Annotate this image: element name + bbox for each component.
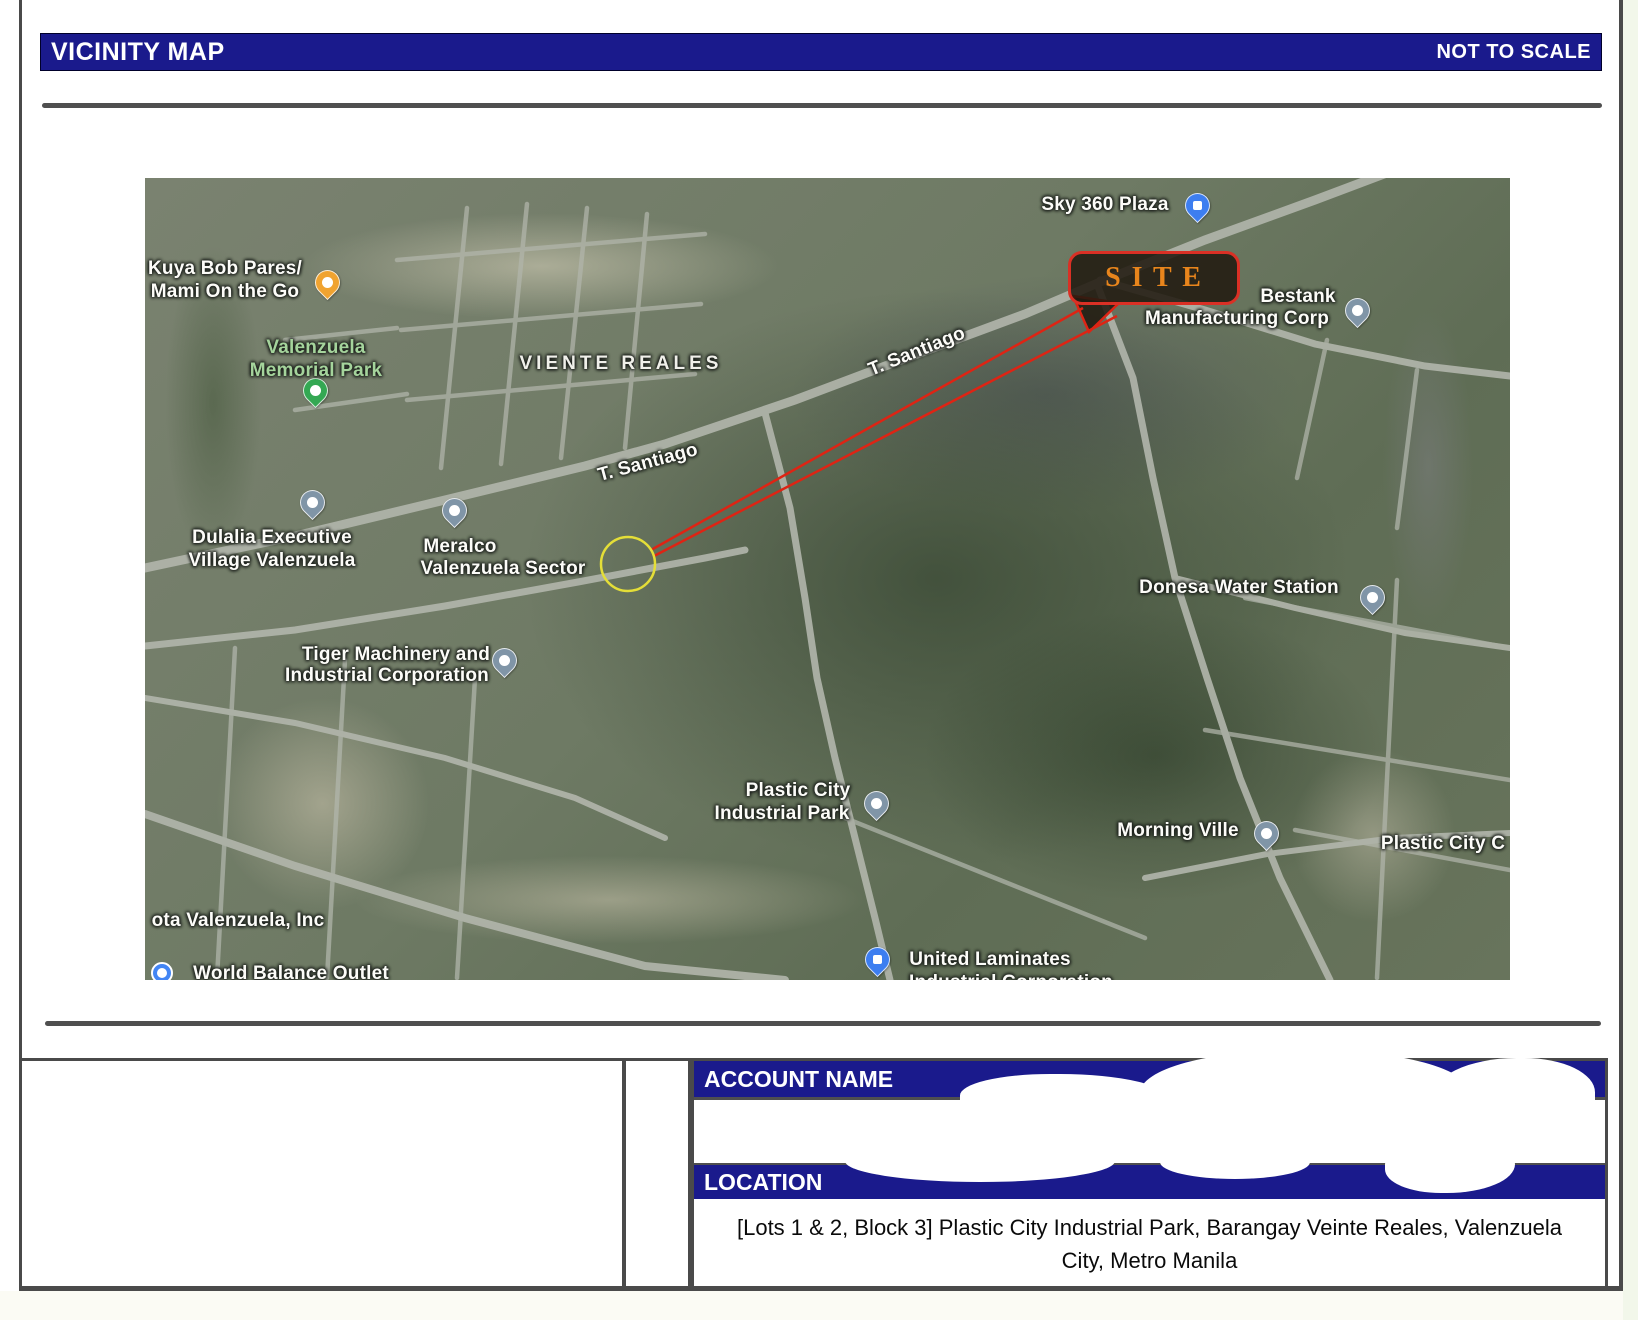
location-value: [Lots 1 & 2, Block 3] Plastic City Indus… [694, 1199, 1605, 1288]
not-to-scale-note: NOT TO SCALE [1436, 41, 1591, 64]
redaction-scribble [960, 1074, 1170, 1124]
site-callout-label: S I T E [1105, 262, 1203, 294]
site-area-circle [601, 537, 655, 591]
vicinity-map-image: Sky 360 Plaza Bestank Manufacturing Corp… [145, 178, 1510, 980]
site-pointer-overlay [145, 178, 1510, 980]
account-name-label: ACCOUNT NAME [704, 1066, 893, 1093]
site-callout: S I T E [1068, 251, 1240, 305]
redaction-scribble [1160, 1145, 1310, 1179]
site-pointer-line [651, 308, 1083, 550]
map-divider [45, 1021, 1601, 1026]
footer-box-divider [622, 1061, 626, 1288]
vicinity-map-header-bar: VICINITY MAP NOT TO SCALE [40, 33, 1602, 71]
redaction-scribble [845, 1140, 1115, 1182]
site-pointer-line [654, 316, 1117, 556]
document-page: { "header": { "title": "VICINITY MAP", "… [0, 0, 1638, 1320]
page-title: VICINITY MAP [51, 38, 225, 67]
footer-empty-box [19, 1058, 691, 1291]
header-divider [42, 103, 1602, 108]
redaction-scribble [1430, 1058, 1595, 1138]
location-label: LOCATION [704, 1169, 822, 1196]
page-margin-right [1623, 0, 1638, 1320]
page-margin-bottom [0, 1291, 1623, 1320]
